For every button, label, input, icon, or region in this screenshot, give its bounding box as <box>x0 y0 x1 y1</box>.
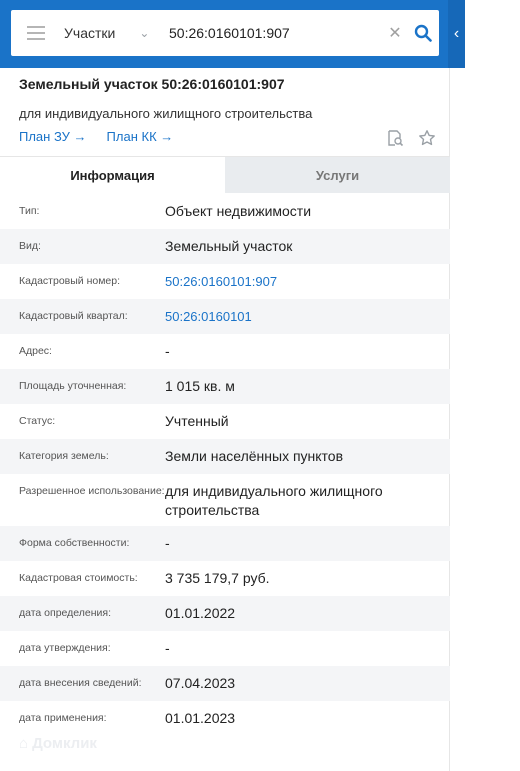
house-icon: ⌂ <box>19 735 29 752</box>
top-search-bar: Участки ⌄ ✕ ‹ <box>0 0 465 68</box>
row-label: Кадастровая стоимость: <box>19 572 138 584</box>
search-box: Участки ⌄ ✕ <box>11 10 439 56</box>
menu-icon[interactable] <box>11 10 61 56</box>
row-label: дата определения: <box>19 607 112 619</box>
plan-links: План ЗУ → План КК → <box>19 129 173 144</box>
row-label: Разрешенное использование: <box>19 485 165 497</box>
table-row: Тип: Объект недвижимости <box>0 194 450 229</box>
tab-services[interactable]: Услуги <box>225 157 450 193</box>
row-label: Категория земель: <box>19 450 109 462</box>
table-row: Кадастровый квартал: 50:26:0160101 <box>0 299 450 334</box>
search-type-label: Участки <box>64 25 116 41</box>
table-row: Статус: Учтенный <box>0 404 450 439</box>
table-row: дата применения: 01.01.2023 <box>0 701 450 736</box>
table-row: Вид: Земельный участок <box>0 229 450 264</box>
row-value: 1 015 кв. м <box>165 378 235 394</box>
document-search-icon[interactable] <box>386 129 404 147</box>
row-value: 01.01.2023 <box>165 710 236 726</box>
row-label: дата внесения сведений: <box>19 677 142 689</box>
info-tabs: Информация Услуги <box>0 156 450 193</box>
watermark: ⌂ Домклик <box>19 735 97 752</box>
row-value: - <box>165 535 170 551</box>
row-label: Вид: <box>19 240 41 252</box>
table-row: Категория земель: Земли населённых пункто… <box>0 439 450 474</box>
arrow-right-icon: → <box>73 129 87 144</box>
table-row: Площадь уточненная: 1 015 кв. м <box>0 369 450 404</box>
table-row: Разрешенное использование: для индивидуал… <box>0 474 450 526</box>
row-value: Земельный участок <box>165 238 293 254</box>
object-info-panel: Земельный участок 50:26:0160101:907 для … <box>0 68 450 771</box>
tab-info[interactable]: Информация <box>0 157 225 193</box>
row-label: Адрес: <box>19 345 52 357</box>
table-row: дата определения: 01.01.2022 <box>0 596 450 631</box>
table-row: Кадастровый номер: 50:26:0160101:907 <box>0 264 450 299</box>
row-value: Учтенный <box>165 413 229 429</box>
table-row: дата внесения сведений: 07.04.2023 <box>0 666 450 701</box>
object-subtitle: для индивидуального жилищного строительс… <box>19 106 313 121</box>
row-label: Площадь уточненная: <box>19 380 127 392</box>
row-value: 07.04.2023 <box>165 675 236 691</box>
row-value: - <box>165 640 170 656</box>
search-icon[interactable] <box>407 10 439 56</box>
star-icon[interactable] <box>418 129 436 147</box>
search-input[interactable] <box>169 13 383 53</box>
cadastral-number-link[interactable]: 50:26:0160101:907 <box>165 272 450 291</box>
row-value: 3 735 179,7 руб. <box>165 570 270 586</box>
close-icon[interactable]: ✕ <box>383 23 407 43</box>
table-row: Кадастровая стоимость: 3 735 179,7 руб. <box>0 561 450 596</box>
row-label: дата применения: <box>19 712 107 724</box>
row-value: Земли населённых пунктов <box>165 448 344 464</box>
plan-kk-link[interactable]: План КК → <box>107 129 174 144</box>
arrow-right-icon: → <box>160 129 174 144</box>
row-label: Статус: <box>19 415 56 427</box>
collapse-left-icon[interactable]: ‹ <box>448 0 465 68</box>
cadastral-quarter-link[interactable]: 50:26:0160101 <box>165 307 450 326</box>
row-label: дата утверждения: <box>19 642 111 654</box>
chevron-down-icon: ⌄ <box>139 26 150 40</box>
table-row: Форма собственности: - <box>0 526 450 561</box>
row-label: Тип: <box>19 205 40 217</box>
table-row: Адрес: - <box>0 334 450 369</box>
row-value: для индивидуального жилищного строительс… <box>165 483 383 518</box>
plan-zu-link[interactable]: План ЗУ → <box>19 129 87 144</box>
row-value: - <box>165 343 170 359</box>
table-row: дата утверждения: - <box>0 631 450 666</box>
object-actions <box>386 129 436 147</box>
search-type-select[interactable]: Участки ⌄ <box>61 10 169 56</box>
row-label: Кадастровый номер: <box>19 275 121 287</box>
info-table: Тип: Объект недвижимости Вид: Земельный уч… <box>0 194 450 736</box>
row-label: Форма собственности: <box>19 537 130 549</box>
row-label: Кадастровый квартал: <box>19 310 128 322</box>
row-value: Объект недвижимости <box>165 203 312 219</box>
object-title: Земельный участок 50:26:0160101:907 <box>19 76 285 92</box>
row-value: 01.01.2022 <box>165 605 236 621</box>
